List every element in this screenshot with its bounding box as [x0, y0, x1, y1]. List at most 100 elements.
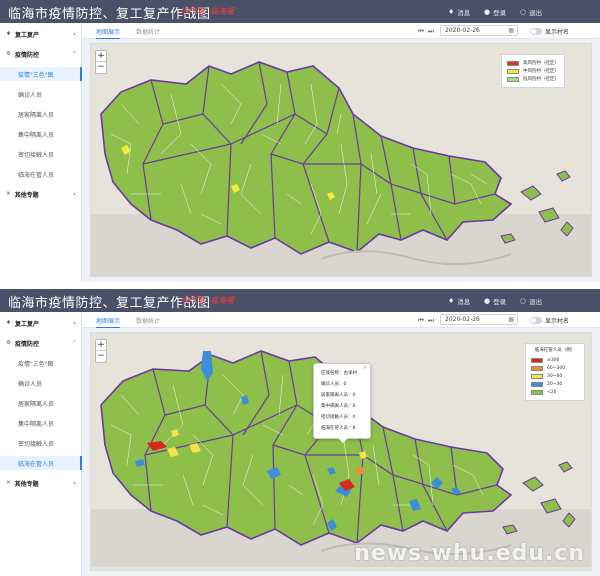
sidebar-group-other[interactable]: ✕ 其他专题 › — [0, 187, 82, 201]
next-date-button[interactable]: ⏭ — [428, 316, 434, 325]
legend-title: 临海在管人员（例） — [534, 348, 576, 353]
prev-date-button[interactable]: ⏮ — [418, 27, 424, 36]
village-info-popup: × 区域名称：古泽村 确诊人员：0 居家隔离人员：0 集中隔离人员：0 密切接触… — [313, 363, 371, 443]
sidebar-item-three-color-map[interactable]: 疫情"三色"图 — [0, 356, 82, 370]
popup-row: 集中隔离人员：0 — [321, 404, 356, 409]
tab-map-view[interactable]: 地图展示 — [96, 316, 121, 328]
sidebar-group-resume-work[interactable]: ♦ 复工复产 › — [0, 316, 82, 330]
map-toolbar: 地图展示 数据统计 ⏮ ⏭ 2020-02-26 ▦ 显示村名 — [82, 23, 600, 39]
messages-button[interactable]: ♦ 消息 — [448, 7, 470, 17]
logout-icon: ○ — [520, 8, 527, 16]
popup-row: 区域名称：古泽村 — [321, 371, 357, 376]
managed-persons-legend: 临海在管人员（例） ≥300 60~300 30~60 20~30 <20 — [525, 343, 585, 401]
zoom-control: + − — [95, 339, 107, 363]
diamond-icon: ♦ — [6, 31, 11, 37]
sidebar: ♦ 复工复产 › ⚙ 疫情防控 ˄ 疫情"三色"图 确诊人员 居家隔离人员 集中隔离人员… — [0, 312, 82, 576]
sidebar-item-confirmed[interactable]: 确诊人员 — [0, 87, 82, 101]
header-tag: 临海报 — [210, 7, 234, 16]
screenshot-panel-bottom: 临海市疫情防控、复工复产作战图 市产网 临海报 ♦ 消息 ● 登录 ○ 退出 ♦ 复工复… — [0, 289, 600, 576]
header-tag: 市产网 — [180, 7, 204, 16]
date-picker[interactable]: 2020-02-26 ▦ — [440, 314, 518, 325]
chevron-right-icon: › — [73, 30, 76, 38]
sidebar-group-other[interactable]: ✕ 其他专题 › — [0, 476, 82, 490]
logout-button[interactable]: ○ 退出 — [520, 7, 542, 17]
legend-item: 30~60 — [531, 372, 579, 380]
sidebar-group-epidemic[interactable]: ⚙ 疫情防控 ˄ — [0, 47, 82, 61]
zoom-out-button[interactable]: − — [96, 62, 106, 73]
tab-map-view[interactable]: 地图展示 — [96, 27, 121, 39]
logout-button[interactable]: ○ 退出 — [520, 296, 542, 306]
show-village-toggle[interactable]: 显示村名 — [530, 316, 569, 325]
chevron-right-icon: › — [73, 479, 76, 487]
legend-swatch — [531, 365, 543, 371]
close-icon: ✕ — [6, 480, 11, 486]
bell-icon: ♦ — [448, 297, 455, 305]
risk-legend: 高风险村（社区） 中风险村（社区） 低风险村（社区） — [501, 54, 565, 88]
sidebar-item-close-contacts[interactable]: 密切接触人员 — [0, 147, 82, 161]
legend-item: 60~300 — [531, 364, 579, 372]
map-canvas[interactable]: + − 临海在管人员（例） ≥300 60~300 30~60 20~30 <2… — [90, 332, 592, 571]
header-tag: 市产网 — [180, 296, 204, 305]
zoom-in-button[interactable]: + — [96, 340, 106, 351]
legend-item: 20~30 — [531, 380, 579, 388]
date-picker[interactable]: 2020-02-26 ▦ — [440, 25, 518, 36]
sidebar-item-three-color-map[interactable]: 疫情"三色"图 — [0, 67, 82, 81]
calendar-icon: ▦ — [508, 316, 514, 323]
tab-data-stats[interactable]: 数据统计 — [136, 316, 160, 325]
prev-date-button[interactable]: ⏮ — [418, 316, 424, 325]
sidebar-item-home-isolation[interactable]: 居家隔离人员 — [0, 396, 82, 410]
zoom-in-button[interactable]: + — [96, 51, 106, 62]
legend-swatch — [531, 357, 543, 363]
legend-swatch — [507, 68, 519, 74]
login-button[interactable]: ● 登录 — [484, 296, 506, 306]
sidebar-item-managed-persons[interactable]: 临海在管人员 — [0, 167, 82, 181]
close-icon: ✕ — [6, 191, 11, 197]
show-village-toggle[interactable]: 显示村名 — [530, 27, 569, 36]
legend-swatch — [507, 76, 519, 82]
map-canvas[interactable]: + − 高风险村（社区） 中风险村（社区） 低风险村（社区） — [90, 43, 592, 277]
sidebar-item-central-isolation[interactable]: 集中隔离人员 — [0, 127, 82, 141]
app-header: 临海市疫情防控、复工复产作战图 市产网 临海报 ♦ 消息 ● 登录 ○ 退出 — [0, 289, 600, 312]
chevron-up-icon: ˄ — [73, 50, 76, 58]
next-date-button[interactable]: ⏭ — [428, 27, 434, 36]
legend-item: <20 — [531, 388, 579, 396]
toggle-switch[interactable] — [530, 28, 542, 35]
map-toolbar: 地图展示 数据统计 ⏮ ⏭ 2020-02-26 ▦ 显示村名 — [82, 312, 600, 328]
legend-swatch — [531, 373, 543, 379]
legend-swatch — [531, 389, 543, 395]
toggle-switch[interactable] — [530, 317, 542, 324]
bell-icon: ♦ — [448, 8, 455, 16]
tab-data-stats[interactable]: 数据统计 — [136, 27, 160, 36]
diamond-icon: ♦ — [6, 320, 11, 326]
app-header: 临海市疫情防控、复工复产作战图 市产网 临海报 ♦ 消息 ● 登录 ○ 退出 — [0, 0, 600, 23]
sidebar-group-epidemic[interactable]: ⚙ 疫情防控 ˄ — [0, 336, 82, 350]
sidebar-item-home-isolation[interactable]: 居家隔离人员 — [0, 107, 82, 121]
legend-swatch — [507, 60, 519, 66]
chevron-right-icon: › — [73, 190, 76, 198]
sidebar-item-central-isolation[interactable]: 集中隔离人员 — [0, 416, 82, 430]
logout-icon: ○ — [520, 297, 527, 305]
user-icon: ● — [484, 8, 491, 16]
zoom-control: + − — [95, 50, 107, 74]
sidebar-group-resume-work[interactable]: ♦ 复工复产 › — [0, 27, 82, 41]
legend-item: ≥300 — [531, 356, 579, 364]
messages-button[interactable]: ♦ 消息 — [448, 296, 470, 306]
user-icon: ● — [484, 297, 491, 305]
popup-row: 密切接触人员：0 — [321, 415, 356, 420]
chevron-up-icon: ˄ — [73, 339, 76, 347]
sidebar: ♦ 复工复产 › ⚙ 疫情防控 ˄ 疫情"三色"图 确诊人员 居家隔离人员 集中隔离人员… — [0, 23, 82, 282]
sidebar-item-close-contacts[interactable]: 密切接触人员 — [0, 436, 82, 450]
close-icon[interactable]: × — [363, 365, 367, 371]
legend-item: 低风险村（社区） — [507, 75, 559, 83]
screenshot-panel-top: 临海市疫情防控、复工复产作战图 市产网 临海报 ♦ 消息 ● 登录 ○ 退出 ♦ 复工复… — [0, 0, 600, 282]
chevron-right-icon: › — [73, 319, 76, 327]
legend-swatch — [531, 381, 543, 387]
sidebar-item-managed-persons[interactable]: 临海在管人员 — [0, 456, 82, 470]
legend-item: 中风险村（社区） — [507, 67, 559, 75]
zoom-out-button[interactable]: − — [96, 351, 106, 362]
sidebar-item-confirmed[interactable]: 确诊人员 — [0, 376, 82, 390]
popup-row: 临海在管人员：8 — [321, 426, 356, 431]
login-button[interactable]: ● 登录 — [484, 7, 506, 17]
popup-row: 确诊人员：0 — [321, 382, 347, 387]
popup-row: 居家隔离人员：0 — [321, 393, 356, 398]
